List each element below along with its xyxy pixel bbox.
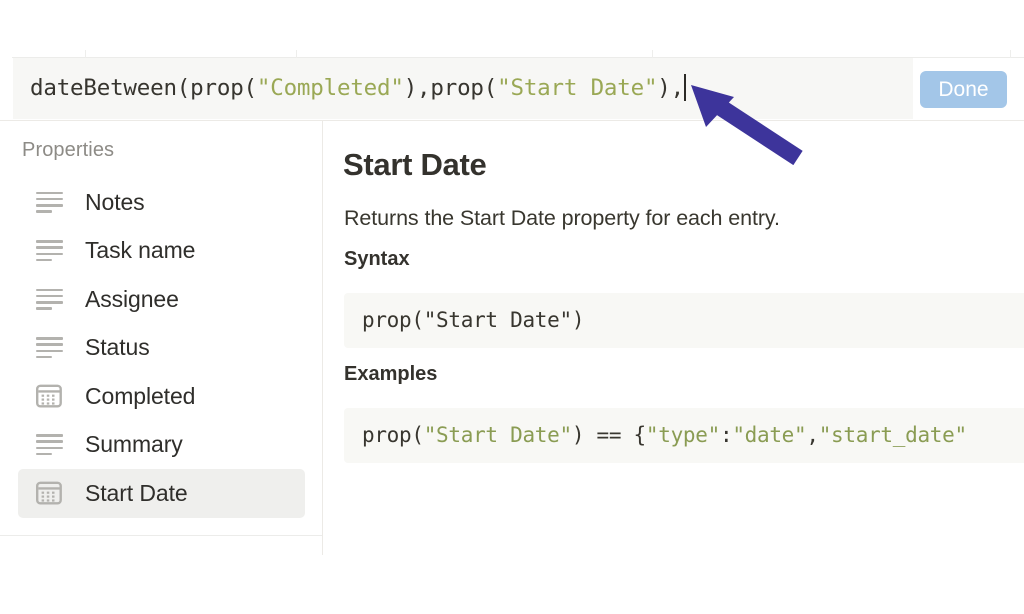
property-item-assignee[interactable]: Assignee <box>18 275 305 324</box>
properties-sidebar: Properties Notes Task name Assignee Status C… <box>0 121 323 555</box>
text-caret <box>684 74 686 101</box>
property-item-summary[interactable]: Summary <box>18 421 305 470</box>
syntax-code-text: prop("Start Date") <box>362 308 585 332</box>
panel-edge-tick <box>1010 50 1011 58</box>
property-item-label: Notes <box>85 188 145 215</box>
formula-text: dateBetween(prop("Completed"),prop("Star… <box>30 75 684 102</box>
property-item-label: Start Date <box>85 479 188 506</box>
text-property-icon <box>36 337 63 359</box>
page-title: Start Date <box>343 147 487 182</box>
property-detail-panel: Start Date Returns the Start Date proper… <box>323 121 1024 614</box>
property-item-label: Task name <box>85 237 196 264</box>
property-item-notes[interactable]: Notes <box>18 178 305 227</box>
examples-heading: Examples <box>344 363 438 385</box>
syntax-heading: Syntax <box>344 248 410 270</box>
text-property-icon <box>36 434 63 456</box>
property-item-label: Status <box>85 334 150 361</box>
property-list: Notes Task name Assignee Status Completed Sum… <box>0 178 323 518</box>
property-item-label: Assignee <box>85 285 179 312</box>
panel-edge-tick <box>296 50 297 58</box>
property-description: Returns the Start Date property for each… <box>344 206 780 230</box>
calendar-property-icon <box>36 384 62 408</box>
formula-bar: dateBetween(prop("Completed"),prop("Star… <box>0 58 1024 121</box>
examples-code-block: prop("Start Date") == {"type":"date","st… <box>344 408 1024 463</box>
calendar-icon <box>36 383 66 409</box>
property-item-start-date[interactable]: Start Date <box>18 469 305 518</box>
done-button[interactable]: Done <box>920 71 1007 108</box>
text-icon <box>36 189 66 215</box>
syntax-code-block: prop("Start Date") <box>344 293 1024 348</box>
formula-input[interactable]: dateBetween(prop("Completed"),prop("Star… <box>13 58 913 119</box>
property-item-label: Summary <box>85 431 183 458</box>
panel-edge-tick <box>85 50 86 58</box>
text-icon <box>36 432 66 458</box>
text-icon <box>36 335 66 361</box>
text-icon <box>36 286 66 312</box>
text-property-icon <box>36 191 63 213</box>
text-property-icon <box>36 240 63 262</box>
panel-edge-tick <box>652 50 653 58</box>
calendar-property-icon <box>36 481 62 505</box>
text-icon <box>36 238 66 264</box>
property-item-status[interactable]: Status <box>18 324 305 373</box>
examples-code-text: prop("Start Date") == {"type":"date","st… <box>362 423 967 447</box>
sidebar-divider <box>0 535 322 536</box>
text-property-icon <box>36 288 63 310</box>
property-item-label: Completed <box>85 382 196 409</box>
properties-heading: Properties <box>22 139 115 161</box>
calendar-icon <box>36 480 66 506</box>
property-item-completed[interactable]: Completed <box>18 372 305 421</box>
property-item-task-name[interactable]: Task name <box>18 227 305 276</box>
